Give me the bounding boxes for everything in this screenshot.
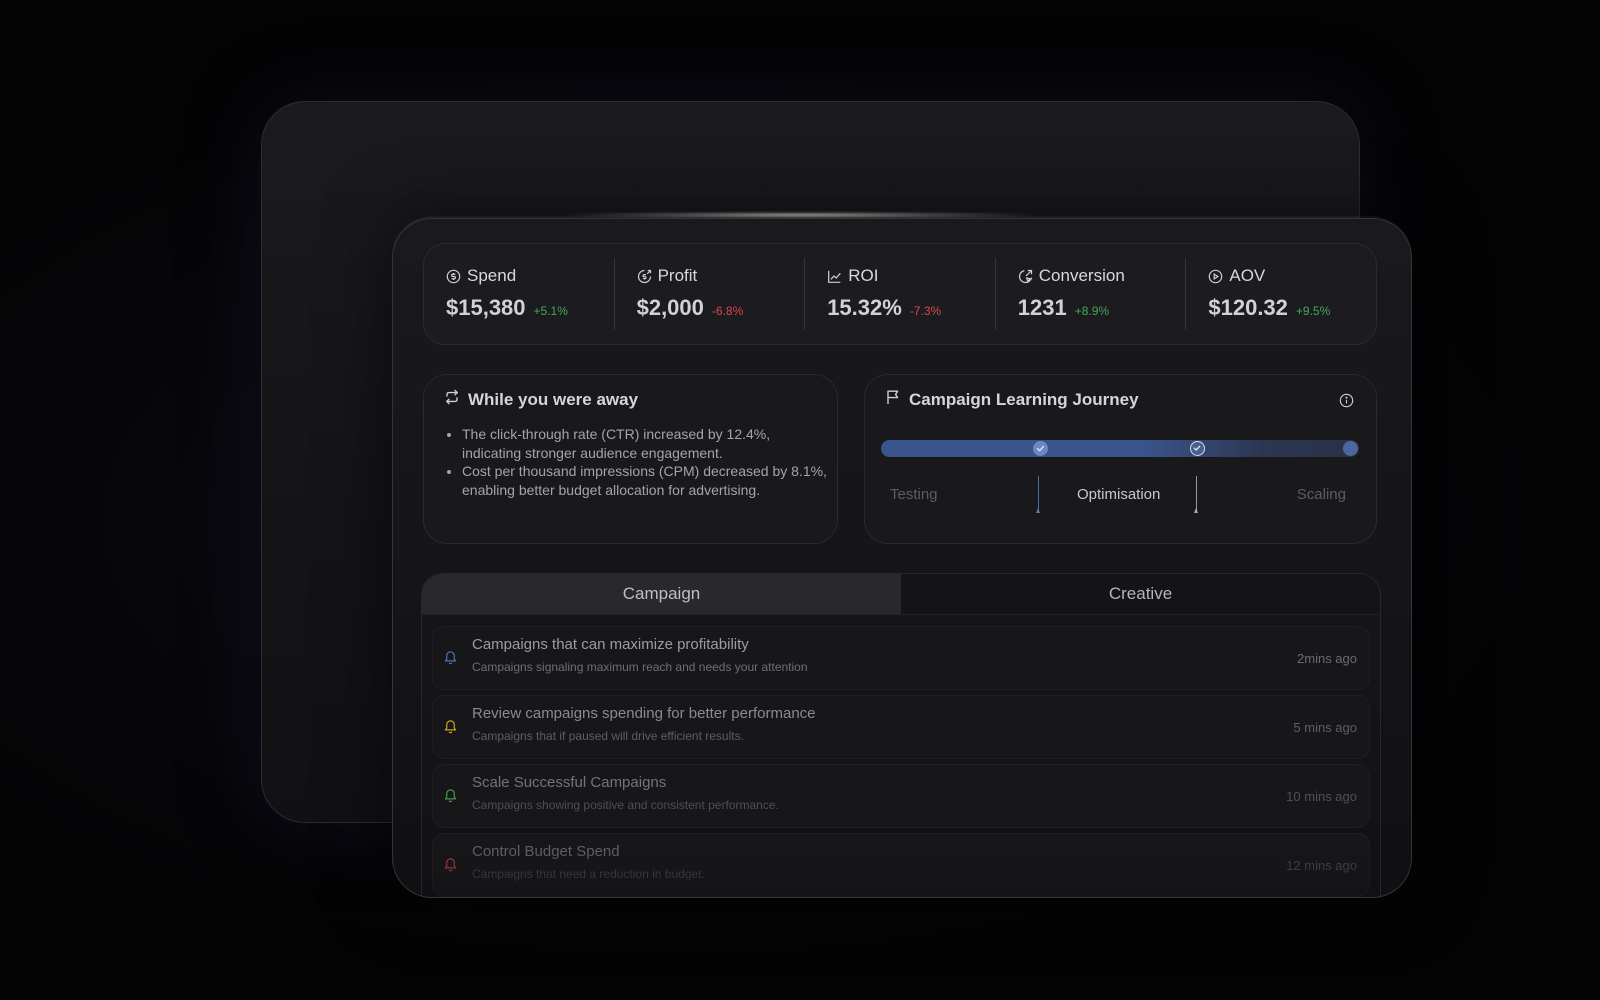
metric-label: Spend [467, 266, 517, 285]
dashboard-card: Spend $15,380 +5.1% Profit $2,000 -6.8% [392, 218, 1412, 898]
notification-time: 2mins ago [1297, 651, 1357, 666]
play-circle-icon [1208, 269, 1223, 284]
metric-delta: -7.3% [909, 304, 942, 318]
bell-icon [443, 856, 458, 877]
campaign-tabs-panel: Campaign Creative Campaigns that can max… [421, 573, 1381, 897]
metric-value: $120.32 [1208, 295, 1288, 320]
metric-spend[interactable]: Spend $15,380 +5.1% [424, 258, 614, 330]
notification-row[interactable]: Campaigns that can maximize profitabilit… [432, 626, 1370, 690]
info-icon[interactable] [1339, 393, 1354, 413]
flag-icon [885, 389, 901, 410]
notification-subtitle: Campaigns signaling maximum reach and ne… [472, 660, 808, 674]
insights-list: The click-through rate (CTR) increased b… [446, 425, 832, 499]
stage-label-optimisation: Optimisation [1077, 486, 1161, 503]
panel-heading: Campaign Learning Journey [909, 389, 1139, 409]
metric-value: $15,380 [446, 295, 526, 320]
notification-row[interactable]: Review campaigns spending for better per… [432, 695, 1370, 759]
dollar-circle-icon [446, 269, 461, 284]
metric-delta: +9.5% [1295, 304, 1331, 318]
notification-row[interactable]: Scale Successful Campaigns Campaigns sho… [432, 764, 1370, 828]
metric-label: ROI [848, 266, 879, 285]
metric-value: 15.32% [827, 295, 902, 320]
notification-subtitle: Campaigns that need a reduction in budge… [472, 867, 705, 881]
notification-row[interactable]: Control Budget Spend Campaigns that need… [432, 833, 1370, 897]
while-away-panel: While you were away The click-through ra… [423, 374, 838, 544]
metric-label: Profit [657, 266, 698, 285]
backdrop: Spend $15,380 +5.1% Profit $2,000 -6.8% [0, 0, 1600, 1000]
stage-node-testing[interactable] [1033, 441, 1048, 456]
tab-creative[interactable]: Creative [901, 574, 1380, 614]
notification-subtitle: Campaigns that if paused will drive effi… [472, 729, 744, 743]
stage-node-scaling[interactable] [1343, 441, 1358, 456]
metric-profit[interactable]: Profit $2,000 -6.8% [613, 258, 805, 330]
insight-item: Cost per thousand impressions (CPM) decr… [462, 462, 832, 499]
notification-title: Control Budget Spend [472, 843, 620, 860]
conversion-icon [1018, 269, 1033, 284]
insight-item: The click-through rate (CTR) increased b… [462, 425, 832, 462]
bell-icon [443, 649, 458, 670]
repeat-icon [444, 389, 460, 410]
journey-progress-track [881, 440, 1359, 457]
stage-divider [1194, 476, 1198, 513]
notification-time: 10 mins ago [1286, 789, 1357, 804]
stage-label-scaling: Scaling [1296, 486, 1346, 503]
journey-title: Campaign Learning Journey [885, 389, 1139, 410]
stage-label-testing: Testing [890, 486, 938, 503]
metric-label: Conversion [1038, 266, 1125, 285]
line-chart-icon [827, 269, 842, 284]
metric-label: AOV [1229, 266, 1266, 285]
stage-divider [1036, 476, 1040, 513]
metric-delta: +5.1% [533, 304, 568, 318]
notification-time: 12 mins ago [1286, 858, 1357, 873]
tab-campaign[interactable]: Campaign [422, 574, 901, 614]
panel-heading: While you were away [468, 389, 639, 409]
bell-icon [443, 718, 458, 739]
notification-list: Campaigns that can maximize profitabilit… [432, 626, 1370, 897]
metrics-strip: Spend $15,380 +5.1% Profit $2,000 -6.8% [423, 243, 1377, 345]
coin-refresh-icon [637, 269, 652, 284]
while-away-title: While you were away [444, 389, 638, 410]
metric-delta: +8.9% [1074, 304, 1110, 318]
metric-conversion[interactable]: Conversion 1231 +8.9% [994, 258, 1186, 330]
notification-title: Campaigns that can maximize profitabilit… [472, 636, 749, 653]
notification-title: Scale Successful Campaigns [472, 774, 667, 791]
bell-icon [443, 787, 458, 808]
metric-delta: -6.8% [711, 304, 744, 318]
metric-aov[interactable]: AOV $120.32 +9.5% [1185, 258, 1376, 330]
learning-journey-panel: Campaign Learning Journey Testing Optimi… [864, 374, 1377, 544]
tab-bar: Campaign Creative [422, 574, 1380, 615]
notification-time: 5 mins ago [1293, 720, 1357, 735]
notification-subtitle: Campaigns showing positive and consisten… [472, 798, 779, 812]
metric-value: 1231 [1017, 295, 1067, 320]
stage-node-optimisation[interactable] [1190, 441, 1205, 456]
notification-title: Review campaigns spending for better per… [472, 705, 816, 722]
metric-roi[interactable]: ROI 15.32% -7.3% [804, 258, 995, 330]
metric-value: $2,000 [636, 295, 704, 320]
